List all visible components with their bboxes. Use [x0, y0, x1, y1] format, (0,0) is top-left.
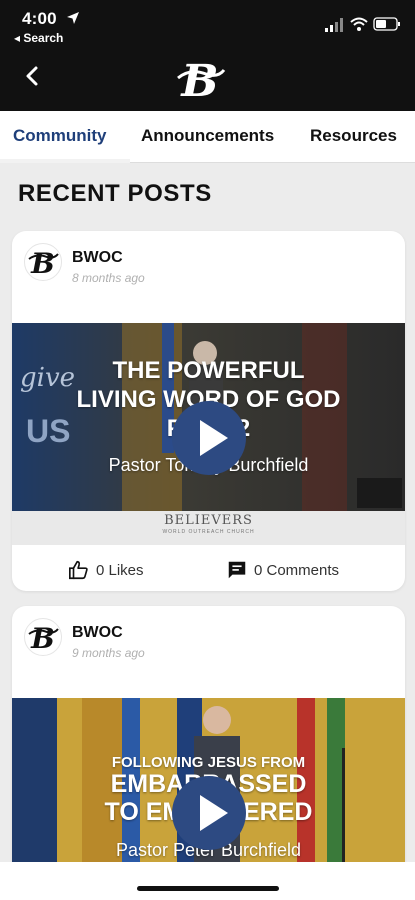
author-avatar: B [24, 243, 62, 281]
comment-icon [228, 561, 246, 579]
svg-text:B: B [30, 622, 55, 654]
video-thumbnail[interactable]: FOLLOWING JESUS FROM EMBARRASSED TO EMPO… [12, 698, 405, 868]
back-to-search-link[interactable]: ◂ Search [14, 31, 63, 45]
status-time: 4:00 [22, 9, 57, 28]
post-actions: 0 Likes 0 Comments [12, 549, 405, 591]
home-indicator[interactable] [137, 886, 279, 891]
section-title: RECENT POSTS [18, 180, 212, 207]
likes-count: 0 Likes [96, 561, 144, 579]
post-card: B BWOC 9 months ago FOLLOWING JESUS FROM… [12, 606, 405, 900]
play-button[interactable] [172, 776, 246, 850]
location-arrow-icon [67, 12, 79, 24]
battery-icon [373, 17, 400, 31]
comments-button[interactable]: 0 Comments [226, 559, 339, 581]
believers-b-logo-icon: B [28, 247, 59, 279]
tab-resources[interactable]: Resources [310, 126, 397, 146]
wifi-icon [350, 17, 368, 31]
video-brand: BELIEVERS [164, 513, 253, 528]
svg-text:B: B [179, 56, 218, 104]
cellular-signal-icon [325, 18, 343, 32]
chevron-left-icon[interactable] [20, 62, 44, 90]
thumbs-up-icon [69, 560, 88, 580]
video-thumbnail[interactable]: give US THE POWERFUL LIVING WORD OF GOD … [12, 323, 405, 545]
home-indicator-area [0, 862, 415, 900]
video-title-line1: FOLLOWING JESUS FROM [111, 754, 306, 771]
top-bar: 4:00 ◂ Search B [0, 0, 415, 111]
video-brand-sub: WORLD OUTREACH CHURCH [162, 529, 255, 535]
comments-count: 0 Comments [254, 561, 340, 579]
believers-b-logo-icon: B [28, 622, 59, 654]
status-bar: 4:00 ◂ Search [0, 0, 415, 48]
post-author[interactable]: BWOC [72, 249, 123, 267]
svg-text:B: B [30, 247, 55, 279]
post-author[interactable]: BWOC [72, 624, 123, 642]
like-button[interactable]: 0 Likes [68, 559, 144, 581]
play-button[interactable] [172, 401, 246, 475]
video-title-line1: THE POWERFUL [112, 357, 305, 384]
post-card: B BWOC 8 months ago give US THE POWERFUL… [12, 231, 405, 591]
post-time-ago: 9 months ago [72, 646, 145, 660]
tab-bar: Community Announcements Resources [0, 111, 415, 163]
post-time-ago: 8 months ago [72, 271, 145, 285]
tab-announcements[interactable]: Announcements [141, 126, 274, 146]
believers-b-logo-icon: B [177, 56, 226, 104]
active-tab-indicator [0, 159, 130, 163]
author-avatar: B [24, 618, 62, 656]
tab-community[interactable]: Community [13, 126, 107, 146]
